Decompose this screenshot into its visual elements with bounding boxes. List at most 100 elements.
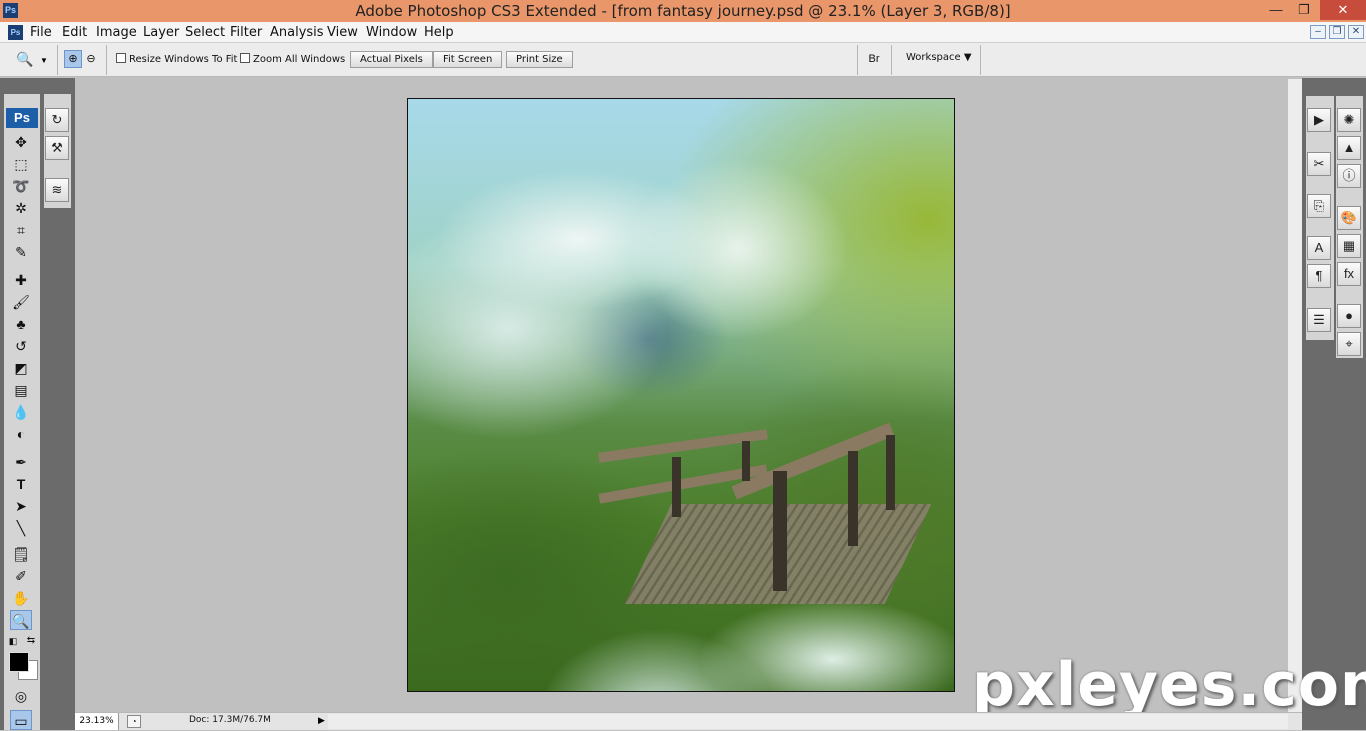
document-menu-icon[interactable]: Ps [8,25,23,40]
bridge-icon[interactable]: Br [863,49,885,69]
checkbox-box[interactable] [240,53,250,63]
close-button[interactable]: ✕ [1320,0,1366,20]
notes-panel-icon[interactable]: ☰ [1307,308,1331,332]
status-preview-icon[interactable]: ◔ [127,715,141,728]
zoom-in-icon[interactable]: ⊕ [64,50,82,68]
fit-screen-button[interactable]: Fit Screen [433,51,503,68]
divider [891,45,892,75]
screen-mode-icon[interactable]: ▭ [10,710,32,730]
tool-presets-icon[interactable]: ⚒ [45,136,69,160]
eraser-tool-icon[interactable]: ◩ [10,358,32,378]
hand-tool-icon[interactable]: ✋ [10,588,32,608]
paragraph-icon[interactable]: ¶ [1307,264,1331,288]
paths-icon[interactable]: ⌖ [1337,332,1361,356]
horizontal-scrollbar[interactable] [328,714,1288,729]
navigator-icon[interactable]: ✺ [1337,108,1361,132]
window-title: Adobe Photoshop CS3 Extended - [from fan… [355,2,1011,20]
status-bar: 23.13% ◔ Doc: 17.3M/76.7M ▶ [75,712,1302,730]
lasso-tool-icon[interactable]: ➰ [10,176,32,196]
zoom-tool-preset-icon[interactable]: 🔍 [14,49,36,69]
zoom-all-windows-checkbox[interactable]: Zoom All Windows [240,53,345,65]
panel-dock: ↻ ⚒ ≋ [44,94,71,208]
color-icon[interactable]: 🎨 [1337,206,1361,230]
menu-layer[interactable]: Layer [143,25,179,40]
preset-dropdown-icon[interactable]: ▼ [40,56,48,65]
foreground-color-swatch[interactable] [9,652,29,672]
crop-tool-icon[interactable]: ⌗ [10,220,32,240]
path-selection-tool-icon[interactable]: ➤ [10,496,32,516]
menu-image[interactable]: Image [96,25,137,40]
move-tool-icon[interactable]: ✥ [10,132,32,152]
magic-wand-tool-icon[interactable]: ✲ [10,198,32,218]
zoom-level-field[interactable]: 23.13% [75,713,119,730]
styles-icon[interactable]: fx [1337,262,1361,286]
histogram-icon[interactable]: ▲ [1337,136,1361,160]
right-dock-1: ▶ ✂ ⎘ A ¶ ☰ [1306,96,1334,340]
menu-view[interactable]: View [327,25,358,40]
channels-icon[interactable]: ● [1337,304,1361,328]
eyedropper-tool-icon[interactable]: ✐ [10,566,32,586]
menu-edit[interactable]: Edit [62,25,87,40]
title-bar: Ps Adobe Photoshop CS3 Extended - [from … [0,0,1366,22]
history-icon[interactable]: ↻ [45,108,69,132]
history-brush-tool-icon[interactable]: ↺ [10,336,32,356]
bridge-post [848,451,858,546]
watermark-text: pxleyes.com [972,650,1366,720]
resize-windows-checkbox[interactable]: Resize Windows To Fit [116,53,237,65]
zoom-out-icon[interactable]: ⊖ [82,50,100,68]
menu-analysis[interactable]: Analysis [270,25,324,40]
notes-tool-icon[interactable]: 🗒 [10,544,32,564]
divider [980,45,981,75]
doc-close-icon[interactable]: ✕ [1348,25,1364,39]
slice-tool-icon[interactable]: ✎ [10,242,32,262]
toolbox: Ps ✥ ⬚ ➰ ✲ ⌗ ✎ ✚ 🖌 ♣ ↺ ◩ ▤ 💧 ◐ ✒ T ➤ ╲ 🗒… [4,94,40,730]
swatches-icon[interactable]: ▦ [1337,234,1361,258]
menu-window[interactable]: Window [366,25,417,40]
info-icon[interactable]: ⓘ [1337,164,1361,188]
layers-icon[interactable]: ≋ [45,178,69,202]
dodge-tool-icon[interactable]: ◐ [10,424,32,444]
line-tool-icon[interactable]: ╲ [10,518,32,538]
brushes-icon[interactable]: ✂ [1307,152,1331,176]
right-dock-2: ✺ ▲ ⓘ 🎨 ▦ fx ● ⌖ [1336,96,1363,358]
document-canvas[interactable] [407,98,955,692]
zoom-all-label: Zoom All Windows [253,54,346,65]
bridge-post [742,441,750,481]
quick-mask-icon[interactable]: ◎ [10,686,32,706]
actual-pixels-button[interactable]: Actual Pixels [350,51,433,68]
menu-filter[interactable]: Filter [230,25,262,40]
print-size-button[interactable]: Print Size [506,51,573,68]
divider [106,45,107,75]
blur-tool-icon[interactable]: 💧 [10,402,32,422]
pen-tool-icon[interactable]: ✒ [10,452,32,472]
menu-help[interactable]: Help [424,25,454,40]
swap-colors-icon[interactable]: ⇆ [24,634,38,648]
menu-bar: Ps File Edit Image Layer Select Filter A… [0,22,1366,43]
clone-source-icon[interactable]: ⎘ [1307,194,1331,218]
bridge-post [886,435,895,510]
healing-brush-tool-icon[interactable]: ✚ [10,270,32,290]
workspace-menu[interactable]: Workspace ▼ [906,52,972,63]
marquee-tool-icon[interactable]: ⬚ [10,154,32,174]
menu-file[interactable]: File [30,25,52,40]
photoshop-logo-icon: Ps [6,108,38,128]
type-tool-icon[interactable]: T [10,474,32,494]
doc-minimize-icon[interactable]: – [1310,25,1326,39]
minimize-button[interactable]: — [1262,0,1290,20]
checkbox-box[interactable] [116,53,126,63]
zoom-tool-icon[interactable]: 🔍 [10,610,32,630]
doc-restore-icon[interactable]: ❐ [1329,25,1345,39]
clone-stamp-tool-icon[interactable]: ♣ [10,314,32,334]
vertical-scrollbar[interactable] [1288,79,1302,712]
brush-tool-icon[interactable]: 🖌 [10,292,32,312]
bridge-post [672,457,681,517]
menu-select[interactable]: Select [185,25,225,40]
document-size-info: Doc: 17.3M/76.7M [189,715,271,725]
resize-windows-label: Resize Windows To Fit [129,54,238,65]
default-colors-icon[interactable]: ◧ [6,634,20,648]
restore-button[interactable]: ❐ [1290,0,1318,20]
character-icon[interactable]: A [1307,236,1331,260]
actions-icon[interactable]: ▶ [1307,108,1331,132]
status-menu-arrow-icon[interactable]: ▶ [318,715,325,726]
gradient-tool-icon[interactable]: ▤ [10,380,32,400]
